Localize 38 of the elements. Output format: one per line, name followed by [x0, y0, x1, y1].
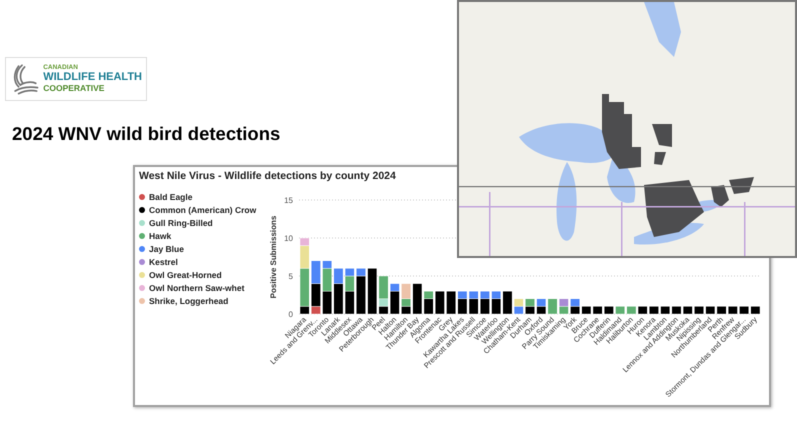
chart-bar: [604, 306, 614, 314]
legend-label: Owl Great-Horned: [149, 270, 222, 280]
legend-label: Owl Northern Saw-whet: [149, 282, 244, 292]
chart-bar: [705, 306, 716, 314]
chart-bar: [615, 306, 625, 314]
chart-bar: [682, 306, 693, 314]
legend-label: Gull Ring-Billed: [149, 218, 213, 228]
chart-bar: [716, 306, 726, 314]
logo-text: COOPERATIVE: [43, 84, 106, 93]
chart-bar: [638, 306, 648, 314]
chart-bar: [672, 306, 682, 314]
chart-bar: [626, 306, 636, 314]
chart-bar: [694, 306, 704, 314]
chart-bar: [592, 306, 602, 314]
chart-bar: [582, 306, 592, 314]
chart-title: West Nile Virus - Wildlife detections by county 2024: [139, 170, 396, 182]
legend-label: Bald Eagle: [149, 192, 192, 202]
axis-title: Positive Submissions: [269, 216, 278, 298]
legend-label: Shrike, Loggerhead: [149, 296, 228, 306]
chart-bar: [750, 306, 760, 314]
axis-label: 15: [284, 196, 293, 205]
chart-bar: [446, 291, 456, 314]
chart-bar: [435, 291, 445, 314]
legend-label: Jay Blue: [149, 244, 184, 254]
page-heading: 2024 WNV wild bird detections: [12, 123, 280, 145]
chart-bar: [649, 306, 659, 314]
chart-bar: [525, 298, 535, 307]
legend-label: Common (American) Crow: [149, 204, 256, 214]
legend-label: Hawk: [149, 230, 172, 240]
chart-bar: [728, 306, 738, 314]
chart-bar: [570, 298, 580, 307]
logo-text: WILDLIFE HEALTH: [43, 72, 142, 84]
axis-label: 10: [284, 234, 293, 243]
axis-label: 5: [288, 272, 293, 281]
legend-label: Kestrel: [149, 256, 178, 266]
axis-label: 0: [288, 310, 293, 319]
chart-bar: [660, 306, 670, 314]
chart-bar: [739, 306, 749, 314]
